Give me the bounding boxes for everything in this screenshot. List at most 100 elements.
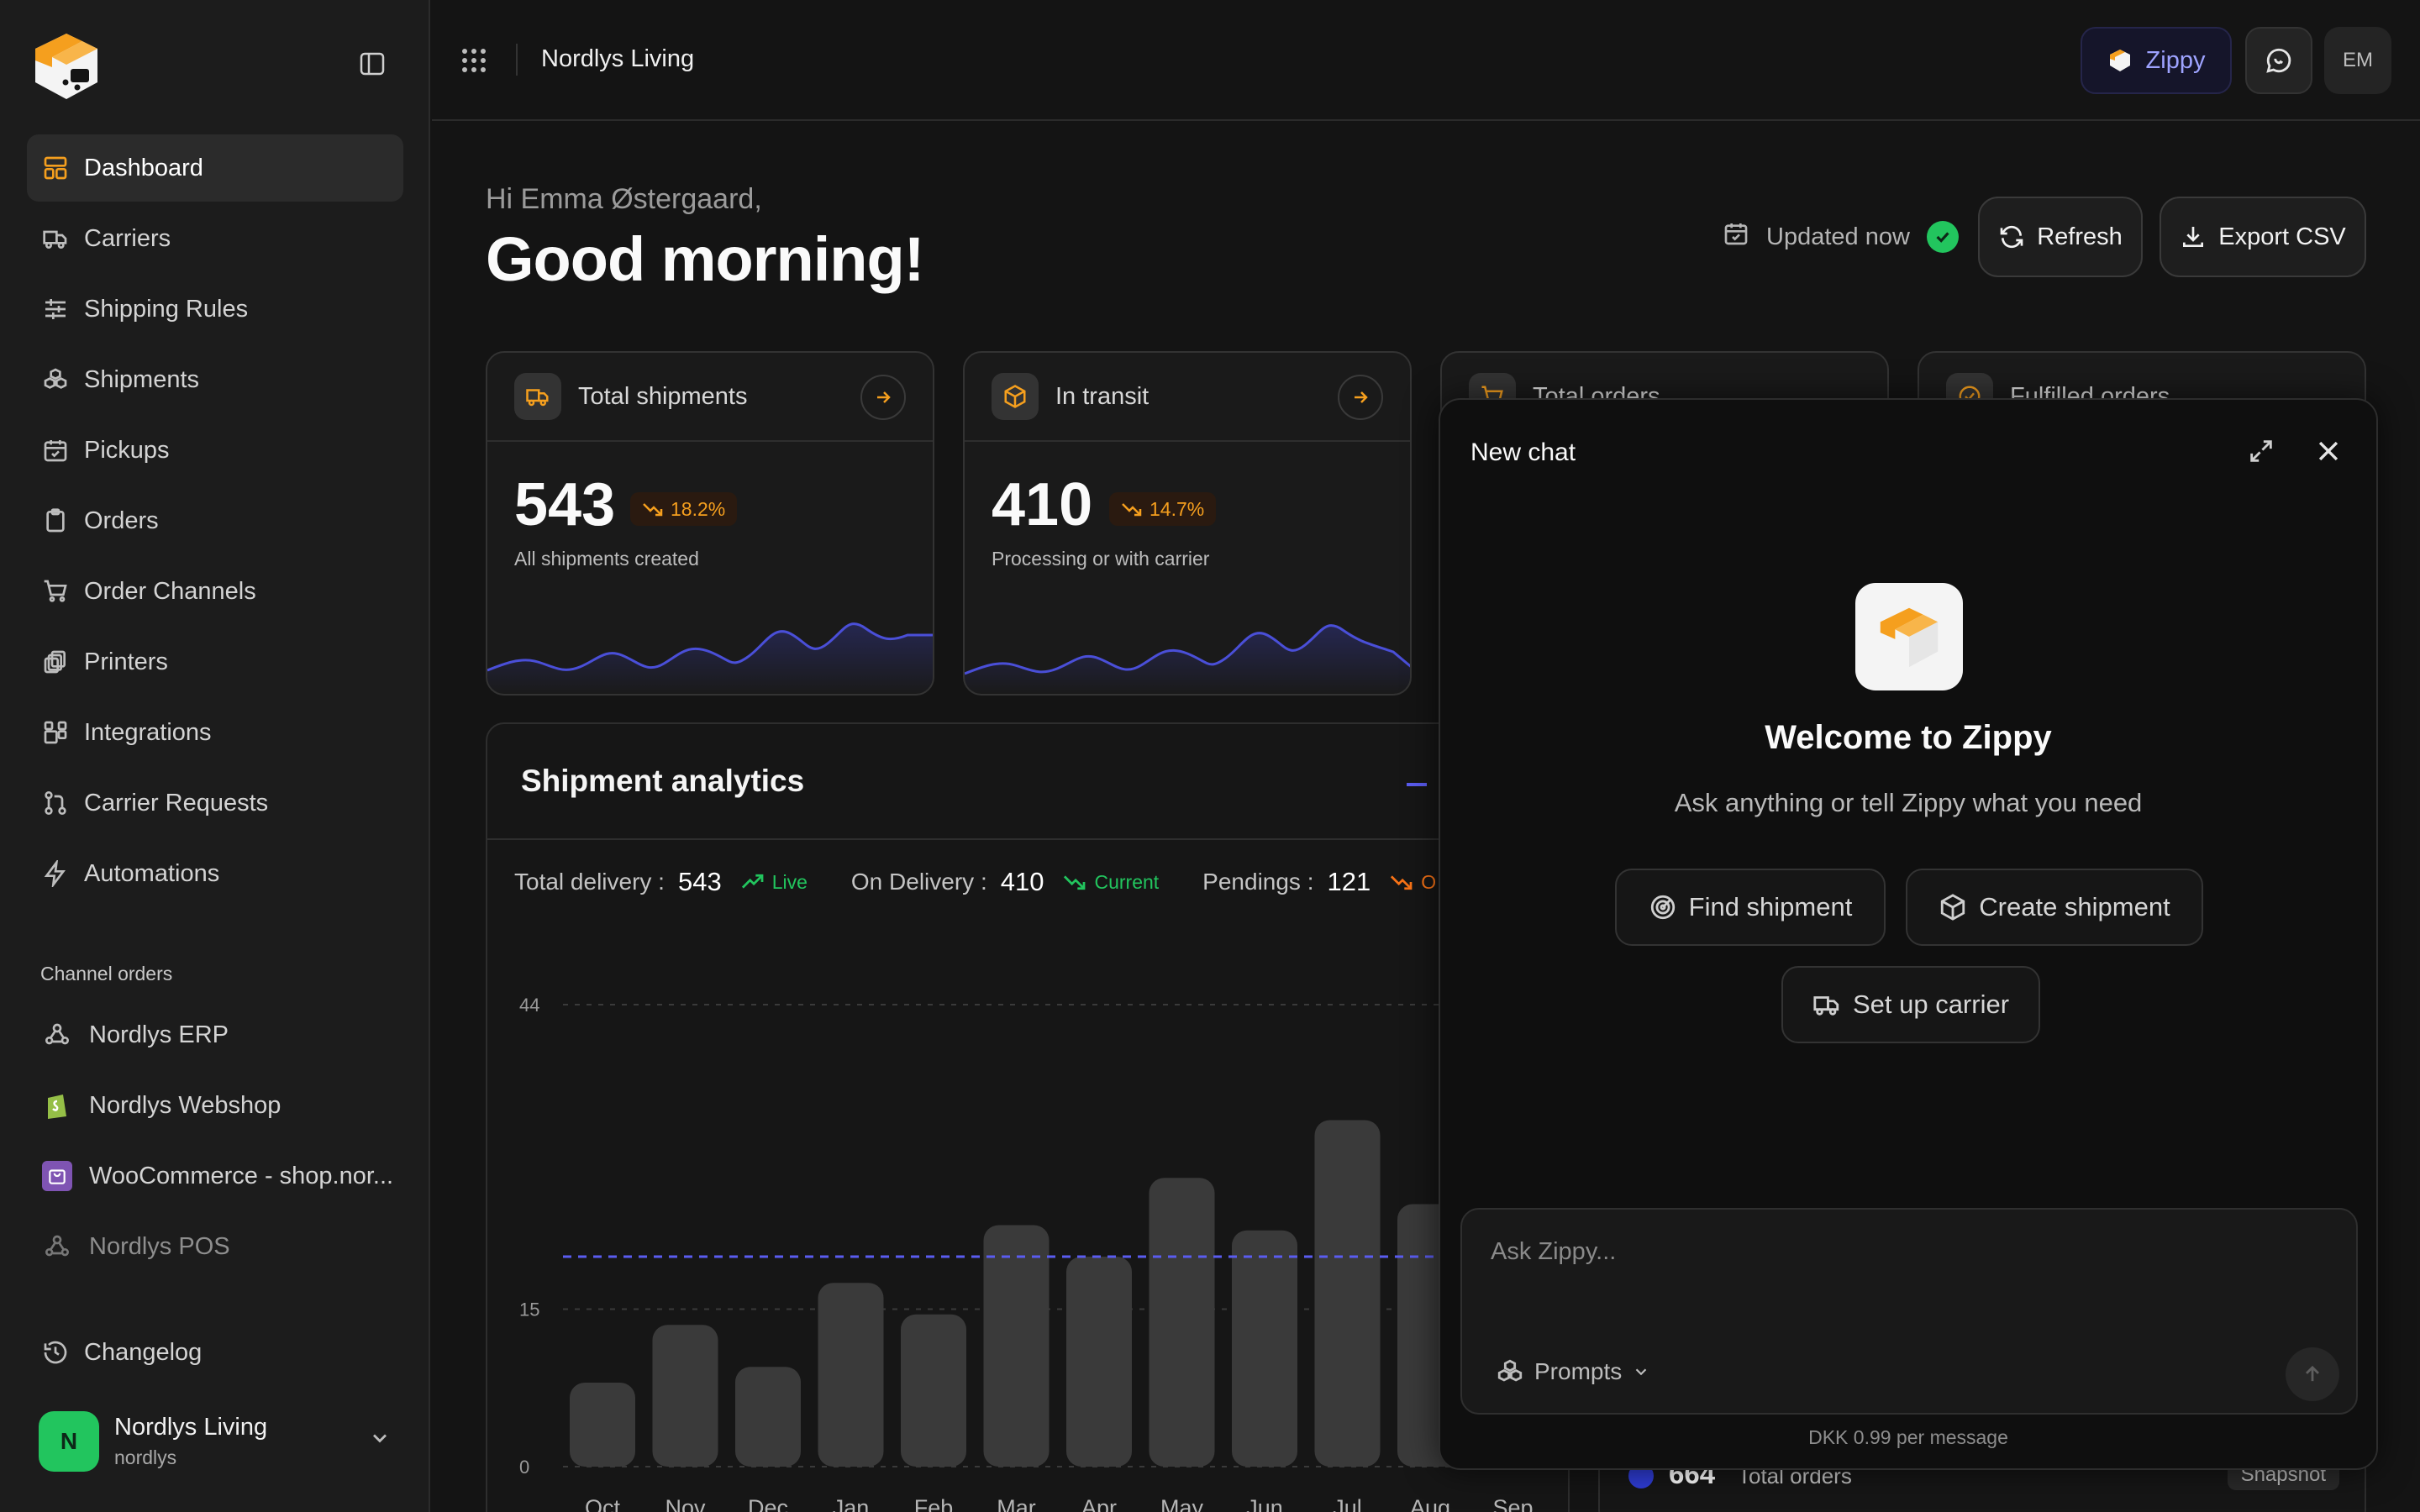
nav-label: Carrier Requests [84,789,269,816]
x-tick-label: Oct [585,1495,621,1512]
nav-item-integrations[interactable]: Integrations [27,699,403,766]
close-icon[interactable] [2314,437,2343,470]
updated-status: Updated now [1723,220,1959,254]
nav-item-printers[interactable]: Printers [27,628,403,696]
kpi-card-total-shipments[interactable]: Total shipments 543 18.2% All shipments … [486,351,934,696]
chat-title: New chat [1470,438,1576,466]
nav-item-order-channels[interactable]: Order Channels [27,558,403,625]
x-tick-label: Nov [665,1495,706,1512]
account-names: Nordlys Living nordlys [114,1414,267,1469]
find-shipment-button[interactable]: Find shipment [1615,869,1886,946]
chat-input[interactable]: Ask Zippy... Prompts [1460,1208,2358,1415]
workspace-title: Nordlys Living [541,45,695,72]
export-csv-button[interactable]: Export CSV [2160,197,2366,277]
bar [1232,1230,1297,1467]
chat-input-placeholder: Ask Zippy... [1491,1238,1617,1265]
nav-item-automations[interactable]: Automations [27,840,403,907]
nav-item-shipments[interactable]: Shipments [27,346,403,413]
nav-item-changelog[interactable]: Changelog [27,1319,403,1386]
bar [983,1225,1050,1467]
nav-label: Pickups [84,436,170,464]
set-up-carrier-button[interactable]: Set up carrier [1781,966,2040,1043]
y-tick-label: 0 [519,1457,529,1478]
chat-welcome-subtitle: Ask anything or tell Zippy what you need [1674,788,2143,817]
apps-grid-icon[interactable] [460,47,487,78]
download-icon [2183,227,2204,247]
calendar-check-icon [42,437,69,464]
nav-label: Shipments [84,365,200,393]
sparkline [487,622,933,694]
webhook-icon [42,1020,72,1050]
quick-action-label: Create shipment [1979,892,2170,921]
channel-label: Nordlys Webshop [89,1091,281,1119]
nav-label: Shipping Rules [84,295,249,323]
channel-item-woocommerce[interactable]: WooCommerce - shop.nor... [27,1141,403,1211]
sidebar: Dashboard Carriers Shipping Rules Shipme… [0,0,430,1512]
sidebar-toggle-icon[interactable] [360,52,393,82]
shipment-bar-chart: 0 15 44 Oct Nov Dec Jan Feb Mar Apr May Jun Jul Aug Se… [519,995,1568,1512]
zippy-logo-icon [2109,50,2130,71]
clipboard-icon [42,507,69,534]
account-handle: nordlys [114,1446,177,1468]
channel-label: Nordlys POS [89,1232,230,1260]
bar [1066,1257,1132,1467]
account-switcher[interactable]: N Nordlys Living nordlys [39,1408,392,1475]
nav-item-carriers[interactable]: Carriers [27,205,403,272]
chevron-down-icon [368,1426,392,1454]
package-icon [992,373,1039,420]
y-tick-label: 44 [519,995,539,1016]
truck-icon [42,225,69,252]
check-icon [1926,221,1959,253]
kpi-header: Total shipments [487,353,933,442]
kpi-card-in-transit[interactable]: In transit 410 14.7% Processing or with … [963,351,1412,696]
quick-action-label: Set up carrier [1852,990,2010,1019]
expand-icon[interactable] [2247,437,2275,470]
chevron-down-icon [1635,1368,1647,1376]
x-tick-label: Jun [1246,1495,1283,1512]
kpi-value: 410 [992,471,1093,538]
kpi-subtitle: Processing or with carrier [992,548,1210,570]
nav-item-orders[interactable]: Orders [27,487,403,554]
export-label: Export CSV [2218,223,2346,250]
x-tick-label: May [1160,1495,1204,1512]
nav-item-pickups[interactable]: Pickups [27,417,403,484]
nav-label: Printers [84,648,168,675]
zippy-button[interactable]: Zippy [2081,27,2232,94]
arrow-right-icon[interactable] [860,375,906,420]
x-tick-label: Jan [833,1495,870,1512]
refresh-label: Refresh [2037,223,2123,250]
channel-item-nordlys-pos[interactable]: Nordlys POS [27,1211,403,1282]
refresh-icon [2000,225,2023,249]
blocks-icon [42,719,69,746]
shipment-analytics-card: Shipment analytics Total delivery : 543 … [486,722,1570,1512]
bar [818,1283,884,1467]
chat-button[interactable] [2245,27,2312,94]
git-pull-icon [42,790,69,816]
bar [1314,1120,1381,1467]
kpi-delta: 14.7% [1150,497,1205,520]
channel-item-nordlys-erp[interactable]: Nordlys ERP [27,1000,403,1070]
history-icon [42,1339,69,1366]
zippy-logo[interactable] [29,29,104,104]
nav-item-dashboard[interactable]: Dashboard [27,134,403,202]
arrow-up-icon [2306,1365,2319,1382]
refresh-button[interactable]: Refresh [1978,197,2143,277]
send-button[interactable] [2286,1347,2339,1401]
channel-item-nordlys-webshop[interactable]: Nordlys Webshop [27,1070,403,1141]
nav-item-carrier-requests[interactable]: Carrier Requests [27,769,403,837]
changelog-section: Changelog [27,1319,403,1389]
channel-list: Nordlys ERP Nordlys Webshop WooCommerce … [27,1000,403,1282]
user-menu-button[interactable]: EM [2324,27,2391,94]
truck-icon [514,373,561,420]
calendar-icon [1723,220,1749,254]
channels-section-label: Channel orders [40,963,173,984]
page-title: Good morning! [486,224,924,294]
nav-item-shipping-rules[interactable]: Shipping Rules [27,276,403,343]
prompts-dropdown[interactable]: Prompts [1496,1357,1660,1386]
arrow-right-icon[interactable] [1338,375,1383,420]
create-shipment-button[interactable]: Create shipment [1906,869,2203,946]
message-icon [2266,48,2291,73]
kpi-title: In transit [1055,382,1150,410]
bar [735,1367,801,1467]
kpi-delta-badge: 18.2% [630,492,738,526]
